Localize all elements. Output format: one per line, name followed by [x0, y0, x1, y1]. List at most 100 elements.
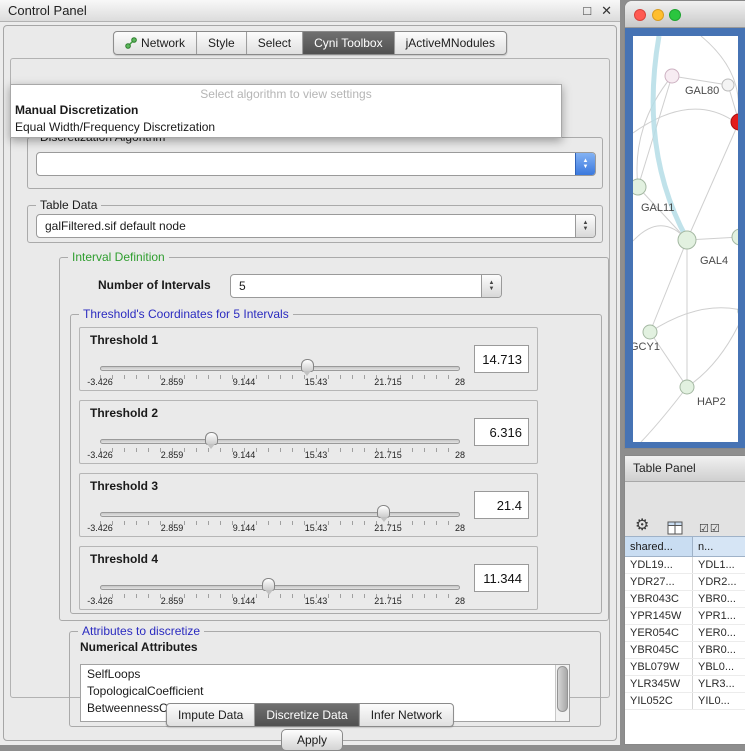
network-canvas[interactable]: GAL80GAL11GAL4GCY1HAP2H: [633, 36, 738, 442]
table-data-combobox-value: galFiltered.sif default node: [37, 215, 575, 237]
slider-thumb[interactable]: [377, 505, 390, 518]
slider-track[interactable]: [100, 512, 460, 517]
table-cell-name[interactable]: YIL0...: [693, 693, 745, 709]
attribute-item[interactable]: SelfLoops: [81, 665, 569, 682]
threshold-value-field[interactable]: 21.4: [474, 491, 529, 519]
network-node[interactable]: [680, 380, 694, 394]
tab-infer-network[interactable]: Infer Network: [360, 704, 453, 726]
scale-label: -3.426: [87, 596, 113, 606]
tab-select[interactable]: Select: [247, 32, 303, 54]
network-node[interactable]: [678, 231, 696, 249]
column-header-shared-name[interactable]: shared...: [625, 537, 693, 556]
table-row[interactable]: YLR345WYLR3...: [625, 676, 745, 693]
network-window-titlebar[interactable]: [625, 1, 745, 28]
table-data-group: Table Data galFiltered.sif default node …: [27, 205, 603, 243]
network-view-frame: GAL80GAL11GAL4GCY1HAP2H: [625, 28, 745, 448]
table-cell-shared-name[interactable]: YDL19...: [625, 557, 693, 573]
checkbox-filter-icons[interactable]: ☑☑: [699, 522, 721, 535]
table-row[interactable]: YPR145WYPR1...: [625, 608, 745, 625]
interval-definition-group: Interval Definition Number of Intervals …: [59, 257, 609, 621]
algorithm-option[interactable]: Manual Discretization: [11, 102, 561, 119]
table-row[interactable]: YER054CYER0...: [625, 625, 745, 642]
slider-thumb[interactable]: [262, 578, 275, 591]
table-cell-shared-name[interactable]: YDR27...: [625, 574, 693, 590]
close-icon[interactable]: ✕: [601, 3, 612, 19]
table-cell-name[interactable]: YPR1...: [693, 608, 745, 624]
scrollbar-thumb[interactable]: [557, 666, 568, 712]
slider-track[interactable]: [100, 366, 460, 371]
slider-thumb[interactable]: [205, 432, 218, 445]
network-edge: [672, 76, 728, 85]
scrollbar[interactable]: [555, 665, 569, 721]
network-node[interactable]: [633, 179, 646, 195]
gear-icon[interactable]: ⚙: [635, 518, 649, 534]
threshold-panel: Threshold 1-3.4262.8599.14415.4321.71528…: [79, 327, 538, 391]
table-cell-name[interactable]: YBR0...: [693, 642, 745, 658]
tab-network[interactable]: Network: [114, 32, 197, 54]
table-cell-name[interactable]: YDR2...: [693, 574, 745, 590]
slider-thumb[interactable]: [301, 359, 314, 372]
threshold-value-field[interactable]: 6.316: [474, 418, 529, 446]
algorithm-option[interactable]: Equal Width/Frequency Discretization: [11, 119, 561, 136]
network-edge: [687, 311, 738, 387]
float-window-icon[interactable]: □: [583, 3, 591, 18]
scale-label: 21.715: [374, 523, 402, 533]
table-cell-name[interactable]: YBR0...: [693, 591, 745, 607]
table-cell-name[interactable]: YLR3...: [693, 676, 745, 692]
tab-label: Cyni Toolbox: [314, 36, 382, 50]
tab-style[interactable]: Style: [197, 32, 247, 54]
table-body: YDL19...YDL1...YDR27...YDR2...YBR043CYBR…: [625, 557, 745, 744]
table-cell-name[interactable]: YDL1...: [693, 557, 745, 573]
node-label: GAL80: [685, 85, 719, 97]
scale-label: 28: [455, 377, 465, 387]
scale-label: 2.859: [161, 596, 184, 606]
table-cell-name[interactable]: YER0...: [693, 625, 745, 641]
table-data-combobox[interactable]: galFiltered.sif default node ▲ ▼: [36, 214, 596, 238]
table-row[interactable]: YBR043CYBR0...: [625, 591, 745, 608]
table-row[interactable]: YDL19...YDL1...: [625, 557, 745, 574]
combobox-stepper[interactable]: ▲ ▼: [481, 275, 501, 297]
zoom-traffic-light[interactable]: [669, 9, 681, 21]
table-cell-shared-name[interactable]: YBL079W: [625, 659, 693, 675]
table-cell-shared-name[interactable]: YPR145W: [625, 608, 693, 624]
slider-track[interactable]: [100, 585, 460, 590]
close-traffic-light[interactable]: [634, 9, 646, 21]
scale-label: 15.43: [305, 450, 328, 460]
table-cell-shared-name[interactable]: YER054C: [625, 625, 693, 641]
network-node-selected[interactable]: [731, 114, 738, 130]
network-node[interactable]: [665, 69, 679, 83]
table-cell-name[interactable]: YBL0...: [693, 659, 745, 675]
apply-button[interactable]: Apply: [281, 729, 343, 751]
tab-cyni-toolbox[interactable]: Cyni Toolbox: [303, 32, 394, 54]
scale-label: 9.144: [233, 596, 256, 606]
tab-jactivemnodules[interactable]: jActiveMNodules: [395, 32, 506, 54]
attribute-item[interactable]: TopologicalCoefficient: [81, 682, 569, 699]
column-header-name[interactable]: n...: [693, 537, 745, 556]
table-cell-shared-name[interactable]: YBR045C: [625, 642, 693, 658]
columns-icon[interactable]: [667, 521, 683, 535]
slider-track[interactable]: [100, 439, 460, 444]
network-edge: [650, 240, 687, 332]
combobox-stepper[interactable]: ▲ ▼: [575, 215, 595, 237]
table-row[interactable]: YBR045CYBR0...: [625, 642, 745, 659]
scale-label: 2.859: [161, 450, 184, 460]
network-node[interactable]: [732, 229, 738, 245]
tab-discretize-data[interactable]: Discretize Data: [255, 704, 359, 726]
network-view-window: GAL80GAL11GAL4GCY1HAP2H: [624, 0, 745, 449]
table-row[interactable]: YBL079WYBL0...: [625, 659, 745, 676]
table-cell-shared-name[interactable]: YBR043C: [625, 591, 693, 607]
number-of-intervals-combobox[interactable]: 5 ▲ ▼: [230, 274, 502, 298]
table-cell-shared-name[interactable]: YLR345W: [625, 676, 693, 692]
tab-impute-data[interactable]: Impute Data: [167, 704, 255, 726]
combobox-stepper[interactable]: ▲ ▼: [575, 153, 595, 175]
minimize-traffic-light[interactable]: [652, 9, 664, 21]
algorithm-combobox[interactable]: ▲ ▼: [36, 152, 596, 176]
network-node[interactable]: [643, 325, 657, 339]
table-row[interactable]: YDR27...YDR2...: [625, 574, 745, 591]
network-node[interactable]: [722, 79, 734, 91]
table-cell-shared-name[interactable]: YIL052C: [625, 693, 693, 709]
algorithm-dropdown-list: Select algorithm to view settings Manual…: [10, 84, 562, 138]
threshold-value-field[interactable]: 14.713: [474, 345, 529, 373]
table-row[interactable]: YIL052CYIL0...: [625, 693, 745, 710]
threshold-value-field[interactable]: 11.344: [474, 564, 529, 592]
